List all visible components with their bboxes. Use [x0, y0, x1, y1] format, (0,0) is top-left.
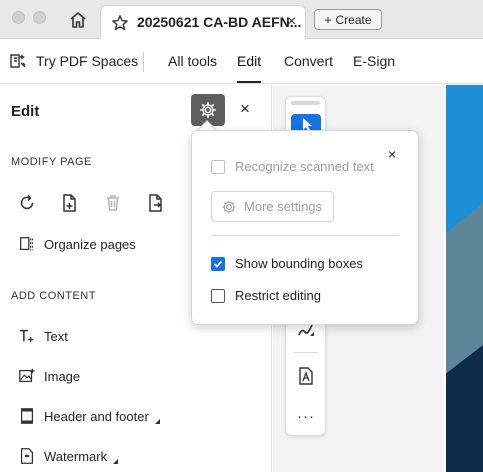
restrict-editing-label: Restrict editing — [235, 288, 321, 303]
text-box-icon — [299, 367, 313, 385]
watermark-icon — [18, 447, 36, 465]
show-bounding-boxes-option[interactable]: Show bounding boxes — [211, 256, 363, 271]
popover-divider — [211, 235, 399, 236]
organize-pages-icon — [18, 235, 36, 253]
add-image-label: Image — [44, 368, 81, 384]
tab-all-tools[interactable]: All tools — [168, 53, 217, 69]
toolstrip-drag-handle[interactable] — [291, 101, 320, 105]
rotate-page-button[interactable] — [16, 192, 38, 214]
add-text-label: Text — [44, 328, 68, 344]
document-page-edge — [444, 85, 483, 472]
add-text-button[interactable]: Text — [18, 327, 68, 345]
watermark-button[interactable]: Watermark — [18, 447, 119, 465]
toolstrip-divider — [294, 352, 318, 353]
restrict-editing-checkbox[interactable] — [211, 288, 225, 303]
gear-icon — [222, 200, 236, 213]
header-footer-label: Header and footer — [44, 408, 149, 424]
organize-pages-label: Organize pages — [44, 236, 136, 252]
home-button[interactable] — [67, 9, 89, 31]
plus-icon: + — [324, 12, 332, 27]
window-minimize-control[interactable] — [33, 11, 46, 24]
star-icon[interactable] — [111, 14, 129, 32]
recognize-text-label: Recognize scanned text — [235, 159, 374, 174]
watermark-label: Watermark — [44, 448, 108, 464]
trash-icon — [107, 195, 119, 211]
more-settings-label: More settings — [244, 199, 323, 214]
rotate-icon — [20, 194, 34, 210]
show-bounding-boxes-checkbox[interactable] — [211, 256, 225, 271]
main-toolbar: Try PDF Spaces All tools Edit Convert E-… — [0, 40, 483, 84]
header-footer-button[interactable]: Header and footer — [18, 407, 160, 425]
recognize-text-option[interactable]: Recognize scanned text — [211, 159, 374, 174]
submenu-indicator — [113, 458, 119, 464]
add-text-icon — [18, 327, 36, 345]
restrict-editing-option[interactable]: Restrict editing — [211, 288, 321, 303]
panel-close-button[interactable]: × — [240, 99, 250, 119]
home-icon — [70, 12, 86, 28]
create-button[interactable]: + Create — [314, 9, 382, 30]
tab-convert[interactable]: Convert — [284, 53, 333, 69]
tab-edit[interactable]: Edit — [237, 53, 261, 69]
submenu-indicator — [154, 418, 160, 424]
pdf-spaces-icon — [10, 54, 26, 68]
text-box-tool-button[interactable] — [295, 365, 317, 387]
title-bar: 20250621 CA-BD AEFN... × + Create — [0, 0, 483, 39]
recognize-text-checkbox[interactable] — [211, 159, 225, 174]
window-close-control[interactable] — [12, 11, 25, 24]
delete-page-button[interactable] — [102, 192, 124, 214]
checkmark-icon — [213, 260, 223, 268]
toolbar-divider — [143, 52, 144, 72]
edit-settings-popover: × Recognize scanned text More settings S… — [191, 130, 419, 325]
panel-title: Edit — [11, 103, 40, 120]
document-tab[interactable]: 20250621 CA-BD AEFN... × — [100, 5, 306, 39]
tab-title: 20250621 CA-BD AEFN... — [137, 14, 302, 30]
gear-icon — [199, 101, 217, 119]
organize-pages-button[interactable]: Organize pages — [18, 235, 136, 253]
tab-close-button[interactable]: × — [287, 13, 296, 31]
insert-page-icon — [63, 194, 76, 212]
add-image-button[interactable]: Image — [18, 367, 80, 385]
modify-page-tools — [16, 192, 167, 214]
tab-esign[interactable]: E-Sign — [353, 53, 395, 69]
extract-page-button[interactable] — [145, 192, 167, 214]
header-footer-icon — [18, 407, 36, 425]
create-label: Create — [335, 12, 372, 27]
modify-page-label: MODIFY PAGE — [11, 156, 92, 168]
extract-page-icon — [149, 194, 162, 212]
insert-page-button[interactable] — [59, 192, 81, 214]
popover-close-button[interactable]: × — [388, 146, 396, 162]
add-content-label: ADD CONTENT — [11, 290, 96, 302]
pdf-spaces-button[interactable]: Try PDF Spaces — [8, 51, 138, 71]
show-bounding-boxes-label: Show bounding boxes — [235, 256, 363, 271]
pdf-spaces-label: Try PDF Spaces — [36, 53, 139, 69]
add-image-icon — [18, 367, 36, 385]
more-tools-button[interactable]: ··· — [295, 405, 317, 427]
more-settings-button[interactable]: More settings — [211, 191, 334, 222]
active-tab-indicator — [237, 81, 261, 83]
